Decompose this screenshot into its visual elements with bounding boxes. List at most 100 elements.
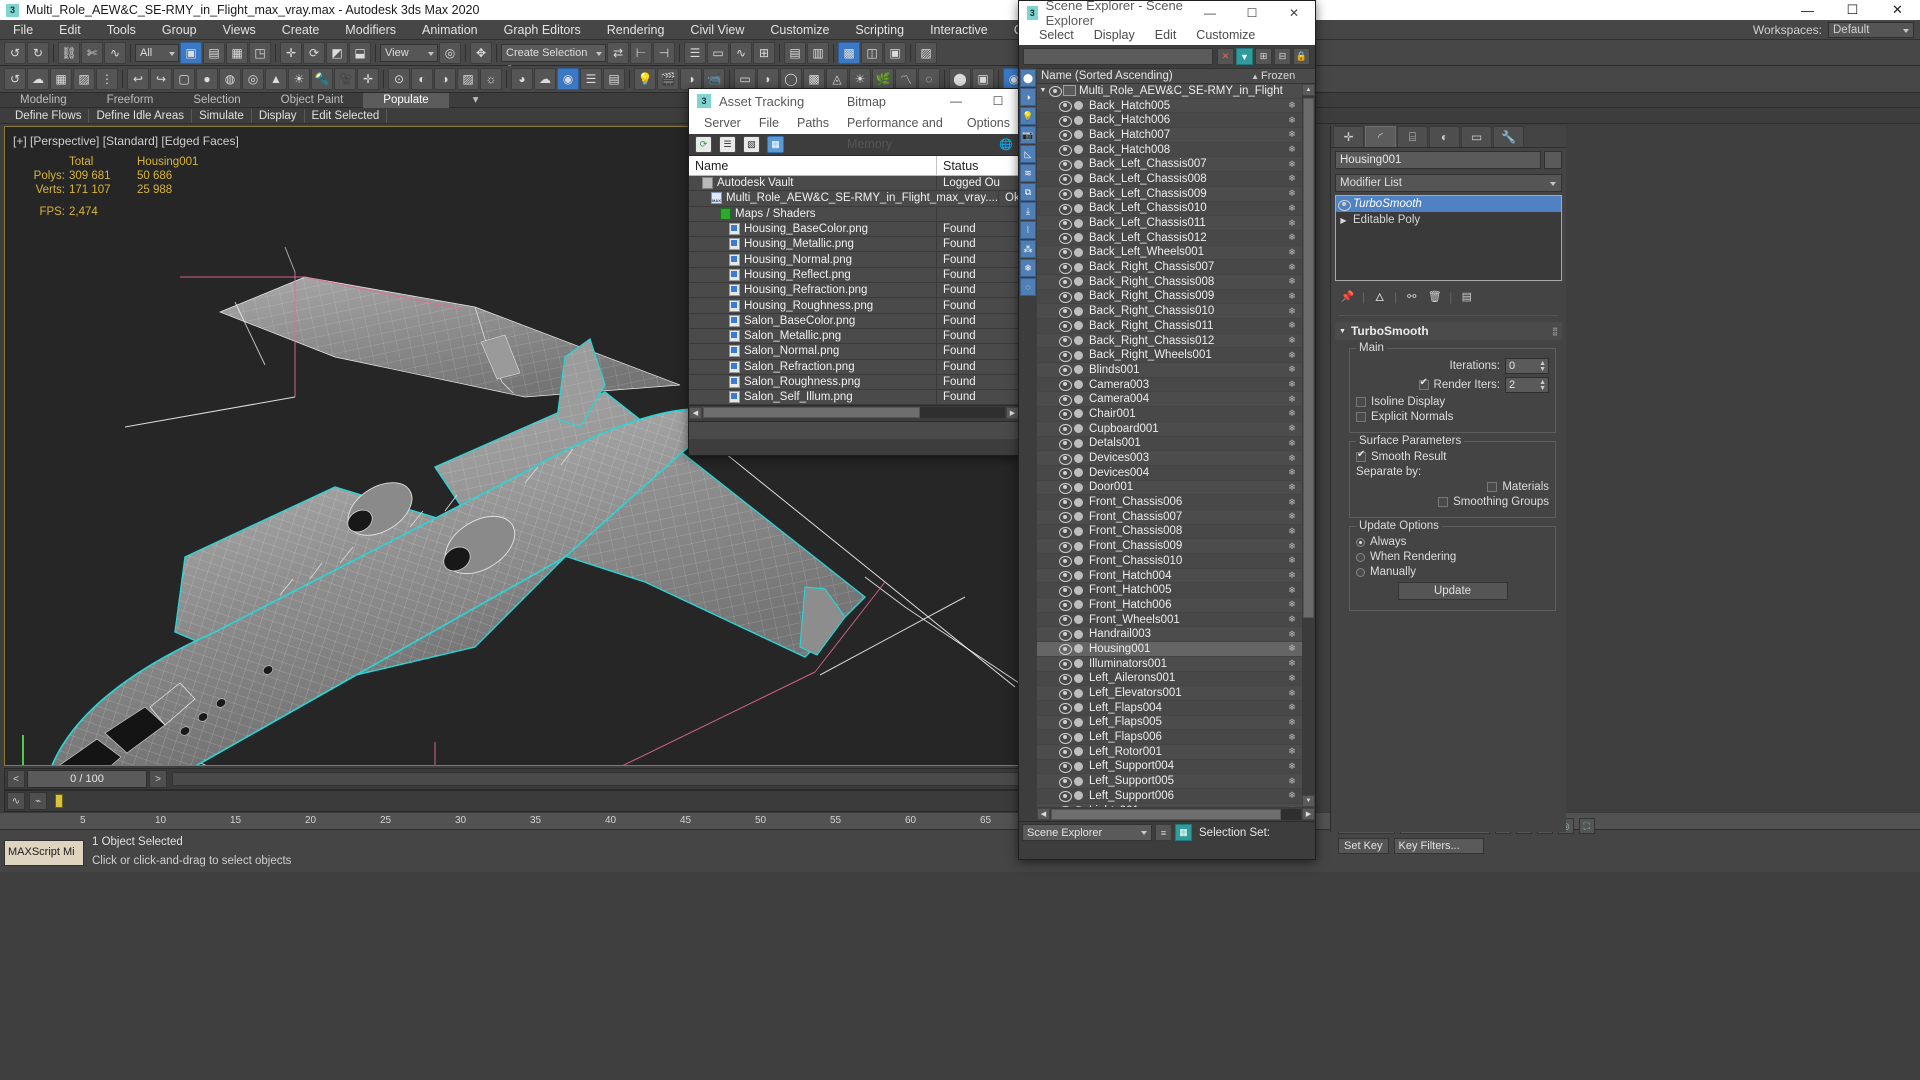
- ribbon-button-edit-selected[interactable]: Edit Selected: [305, 108, 388, 123]
- visibility-icon[interactable]: [1059, 350, 1072, 362]
- visibility-icon[interactable]: [1059, 101, 1072, 113]
- visibility-icon[interactable]: [1059, 159, 1072, 171]
- scene-explorer-row[interactable]: Back_Hatch007 ❄: [1037, 128, 1315, 143]
- render-region-icon[interactable]: ▣: [972, 68, 994, 90]
- visibility-icon[interactable]: [1059, 600, 1072, 612]
- physical-camera-icon[interactable]: ◑: [680, 68, 702, 90]
- expand-arrow-icon[interactable]: ▶: [1338, 216, 1349, 225]
- visibility-icon[interactable]: [1059, 468, 1072, 480]
- asset-menu-bitmap-performance-and-memory[interactable]: Bitmap Performance and Memory: [838, 92, 958, 155]
- scene-explorer-row[interactable]: Front_Hatch005 ❄: [1037, 583, 1315, 599]
- visibility-icon[interactable]: [1059, 629, 1072, 641]
- scene-explorer-vscrollbar[interactable]: ▲ ▼: [1302, 84, 1315, 807]
- scene-explorer-row[interactable]: Left_Flaps004 ❄: [1037, 700, 1315, 716]
- visibility-icon[interactable]: [1059, 306, 1072, 318]
- when-rendering-radio[interactable]: [1356, 552, 1365, 562]
- bind-space-warp-icon[interactable]: ∿: [104, 41, 126, 64]
- explicit-normals-checkbox[interactable]: [1356, 412, 1366, 422]
- filter-lights-icon[interactable]: 💡: [1020, 107, 1036, 125]
- grid-view-icon[interactable]: ▦: [767, 136, 784, 153]
- ribbon-button-define-idle-areas[interactable]: Define Idle Areas: [89, 108, 193, 123]
- scene-explorer-row[interactable]: Lights001❄: [1037, 804, 1315, 807]
- scene-explorer-row[interactable]: Housing001 ❄: [1037, 642, 1315, 657]
- list-view-icon[interactable]: ☰: [719, 136, 736, 153]
- sun-positioner-icon[interactable]: ☀: [849, 68, 871, 90]
- visibility-icon[interactable]: [1059, 571, 1072, 583]
- scene-explorer-row[interactable]: Front_Chassis008 ❄: [1037, 524, 1315, 540]
- scene-explorer-row[interactable]: Illuminators001 ❄: [1037, 657, 1315, 672]
- visibility-icon[interactable]: [1059, 409, 1072, 421]
- visibility-icon[interactable]: [1059, 438, 1072, 450]
- render-setup-icon[interactable]: ▩: [838, 41, 860, 64]
- asset-menu-options[interactable]: Options: [958, 113, 1019, 134]
- noise-icon[interactable]: ◌: [918, 68, 940, 90]
- map-flat-icon[interactable]: ▭: [734, 68, 756, 90]
- map-gradient-icon[interactable]: ◬: [826, 68, 848, 90]
- scene-explorer-row[interactable]: Left_Support005 ❄: [1037, 774, 1315, 789]
- visibility-icon[interactable]: [1059, 365, 1072, 377]
- rendered-frame-window-icon[interactable]: ◫: [861, 41, 883, 64]
- torus-primitive-icon[interactable]: ◎: [242, 68, 264, 90]
- collapse-all-icon[interactable]: ⊟: [1274, 48, 1291, 65]
- cylinder-primitive-icon[interactable]: ◍: [219, 68, 241, 90]
- scene-menu-select[interactable]: Select: [1029, 25, 1084, 45]
- visibility-icon[interactable]: [1059, 233, 1072, 245]
- reference-coordinate-combo[interactable]: View: [380, 43, 438, 62]
- select-and-scale-icon[interactable]: ◩: [326, 41, 348, 64]
- scene-explorer-row[interactable]: Back_Left_Chassis009 ❄: [1037, 187, 1315, 202]
- grass-icon[interactable]: 🌿: [872, 68, 894, 90]
- filter-cameras-icon[interactable]: 📷: [1020, 126, 1036, 144]
- visibility-icon[interactable]: [1059, 556, 1072, 568]
- scene-explorer-row[interactable]: Camera004 ❄: [1037, 392, 1315, 408]
- spinner-arrows-icon[interactable]: ▲ ▼: [1539, 360, 1546, 373]
- column-name-header[interactable]: Name (Sorted Ascending): [1041, 70, 1251, 82]
- asset-row[interactable]: Salon_Metallic.png Found: [689, 328, 1019, 345]
- visibility-icon[interactable]: [1059, 673, 1072, 685]
- light-lister-icon[interactable]: 💡: [634, 68, 656, 90]
- visibility-icon[interactable]: [1059, 203, 1072, 215]
- ribbon-button-simulate[interactable]: Simulate: [192, 108, 252, 123]
- visibility-icon[interactable]: [1059, 277, 1072, 289]
- visibility-icon[interactable]: [1059, 130, 1072, 142]
- workspace-combo[interactable]: Default: [1828, 22, 1914, 38]
- undo-view-icon[interactable]: ↺: [4, 68, 26, 90]
- ribbon-overflow-icon[interactable]: ▾: [453, 93, 499, 108]
- visibility-icon[interactable]: [1059, 806, 1072, 807]
- visibility-icon[interactable]: [1059, 247, 1072, 259]
- placement-tool-icon[interactable]: ⬓: [349, 41, 371, 64]
- explorer-display-icon[interactable]: ▦: [1175, 824, 1192, 841]
- asset-row[interactable]: Salon_Normal.png Found: [689, 344, 1019, 360]
- filter-frozen-icon[interactable]: ❄: [1020, 259, 1036, 277]
- iterations-spinner[interactable]: 0 ▲ ▼: [1505, 358, 1549, 374]
- menu-item-graph-editors[interactable]: Graph Editors: [491, 20, 594, 40]
- filter-particles-icon[interactable]: ⁂: [1020, 240, 1036, 258]
- se-scroll-right-icon[interactable]: ▶: [1302, 808, 1315, 820]
- scene-explorer-row[interactable]: Back_Right_Chassis010 ❄: [1037, 304, 1315, 319]
- scene-explorer-row[interactable]: Left_Support006 ❄: [1037, 789, 1315, 804]
- visibility-icon[interactable]: [1059, 776, 1072, 788]
- scene-explorer-row[interactable]: Back_Right_Chassis007 ❄: [1037, 260, 1315, 275]
- ribbon-tab-object-paint[interactable]: Object Paint: [261, 93, 364, 108]
- render-production-icon[interactable]: ▣: [884, 41, 906, 64]
- asset-row[interactable]: MAX Multi_Role_AEW&C_SE-RMY_in_Flight_max…: [689, 191, 1020, 207]
- scene-explorer-row[interactable]: Left_Flaps006 ❄: [1037, 730, 1315, 745]
- scene-explorer-row[interactable]: Back_Hatch006 ❄: [1037, 113, 1315, 129]
- lock-explorer-icon[interactable]: 🔒: [1293, 48, 1310, 65]
- smoothing-groups-checkbox[interactable]: [1438, 497, 1449, 507]
- scene-menu-edit[interactable]: Edit: [1145, 25, 1187, 45]
- render-animation-icon[interactable]: 📹: [703, 68, 725, 90]
- asset-row[interactable]: Autodesk Vault Logged Ou: [689, 176, 1019, 192]
- scene-explorer-row[interactable]: Back_Left_Chassis012 ❄: [1037, 230, 1315, 246]
- se-hscroll-thumb[interactable]: [1051, 808, 1281, 820]
- scene-explorer-row[interactable]: Front_Wheels001 ❄: [1037, 612, 1315, 628]
- visibility-icon[interactable]: [1059, 482, 1072, 494]
- visibility-icon[interactable]: [1059, 791, 1072, 803]
- filter-hidden-icon[interactable]: ◌: [1020, 278, 1036, 296]
- render-iters-spinner[interactable]: 2 ▲ ▼: [1505, 377, 1549, 393]
- select-and-manipulate-icon[interactable]: ✥: [470, 41, 492, 64]
- ribbon-tab-modeling[interactable]: Modeling: [0, 93, 87, 108]
- material-params-icon[interactable]: ▤: [603, 68, 625, 90]
- refresh-icon[interactable]: ⟳: [695, 136, 712, 153]
- menu-item-animation[interactable]: Animation: [409, 20, 491, 40]
- visibility-icon[interactable]: [1059, 644, 1072, 656]
